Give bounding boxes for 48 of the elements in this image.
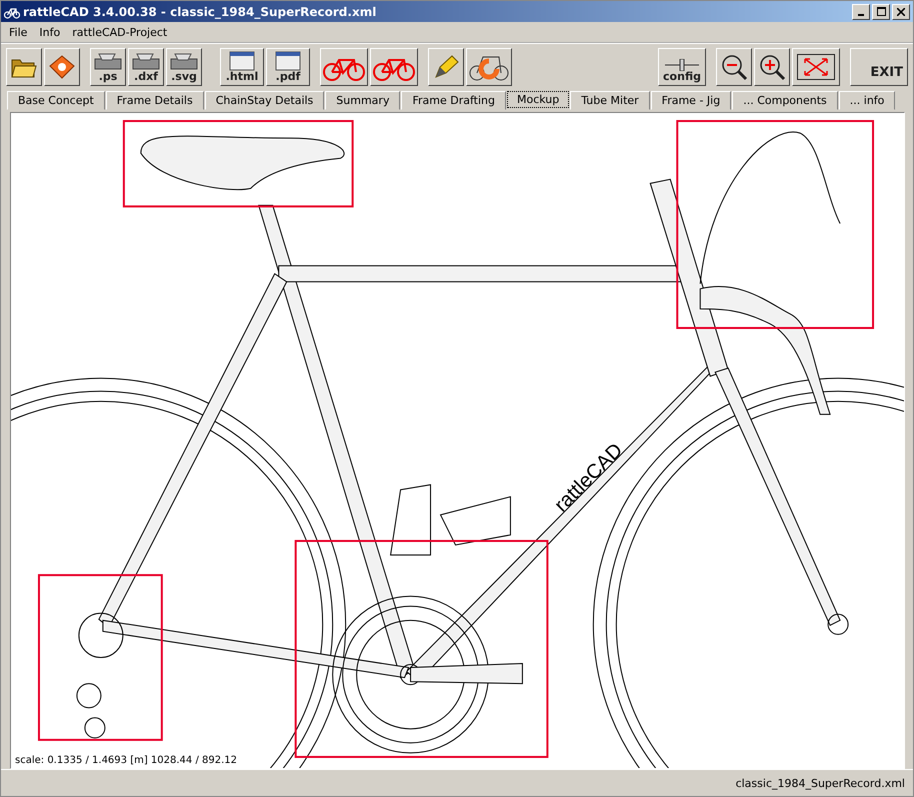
scale-info: scale: 0.1335 / 1.4693 [m] 1028.44 / 892.12 — [15, 755, 237, 766]
tab[interactable]: Frame - Jig — [650, 91, 732, 110]
minimize-icon — [858, 14, 864, 16]
printer-icon — [169, 53, 199, 71]
maximize-icon — [876, 7, 886, 16]
menu-item[interactable]: Info — [39, 26, 60, 38]
pencil-icon — [432, 53, 460, 81]
maximize-button[interactable] — [872, 4, 890, 20]
zoom-in-icon — [758, 53, 786, 81]
window-title: rattleCAD 3.4.00.38 - classic_1984_SuperRecord.xml — [23, 4, 378, 18]
toolbar-button[interactable]: .html — [220, 48, 264, 86]
toolbar-button[interactable] — [428, 48, 464, 86]
toolbar-button[interactable] — [716, 48, 752, 86]
tab[interactable]: ChainStay Details — [204, 91, 324, 110]
tab[interactable]: Base Concept — [7, 91, 105, 110]
document-window-icon — [228, 51, 256, 71]
status-text: classic_1984_SuperRecord.xml — [736, 776, 905, 790]
tab[interactable]: ... Components — [732, 91, 838, 110]
minimize-button[interactable] — [852, 4, 870, 20]
printer-icon — [93, 53, 123, 71]
tab[interactable]: Mockup — [506, 91, 570, 108]
menu-item[interactable]: File — [9, 26, 28, 38]
tab[interactable]: Summary — [325, 91, 400, 110]
toolbar-button[interactable]: .dxf — [128, 48, 164, 86]
toolbar-button[interactable]: .svg — [166, 48, 202, 86]
toolbar-button[interactable]: config — [658, 48, 706, 86]
menu-item[interactable]: rattleCAD-Project — [72, 26, 168, 38]
toolbar-button[interactable] — [320, 48, 368, 86]
tab[interactable]: Frame Details — [106, 91, 204, 110]
document-window-icon — [274, 51, 302, 71]
toolbar-button[interactable] — [792, 48, 840, 86]
close-button[interactable] — [892, 4, 910, 20]
close-icon — [897, 8, 905, 16]
zoom-out-icon — [720, 53, 748, 81]
slider-icon — [665, 59, 699, 71]
toolbar-button[interactable] — [754, 48, 790, 86]
toolbar-button[interactable]: .pdf — [266, 48, 310, 86]
exit-button[interactable]: EXIT — [850, 48, 908, 86]
toolbar-button[interactable] — [44, 48, 80, 86]
tab[interactable]: Tube Miter — [570, 91, 650, 110]
toolbar-button[interactable] — [6, 48, 42, 86]
toolbar-button[interactable] — [466, 48, 512, 86]
tab[interactable]: Frame Drafting — [401, 91, 506, 110]
printer-icon — [131, 53, 161, 71]
fit-view-icon — [797, 54, 835, 80]
tab[interactable]: ... info — [838, 91, 896, 110]
toolbar-button[interactable] — [370, 48, 418, 86]
toolbar-button[interactable]: .ps — [90, 48, 126, 86]
